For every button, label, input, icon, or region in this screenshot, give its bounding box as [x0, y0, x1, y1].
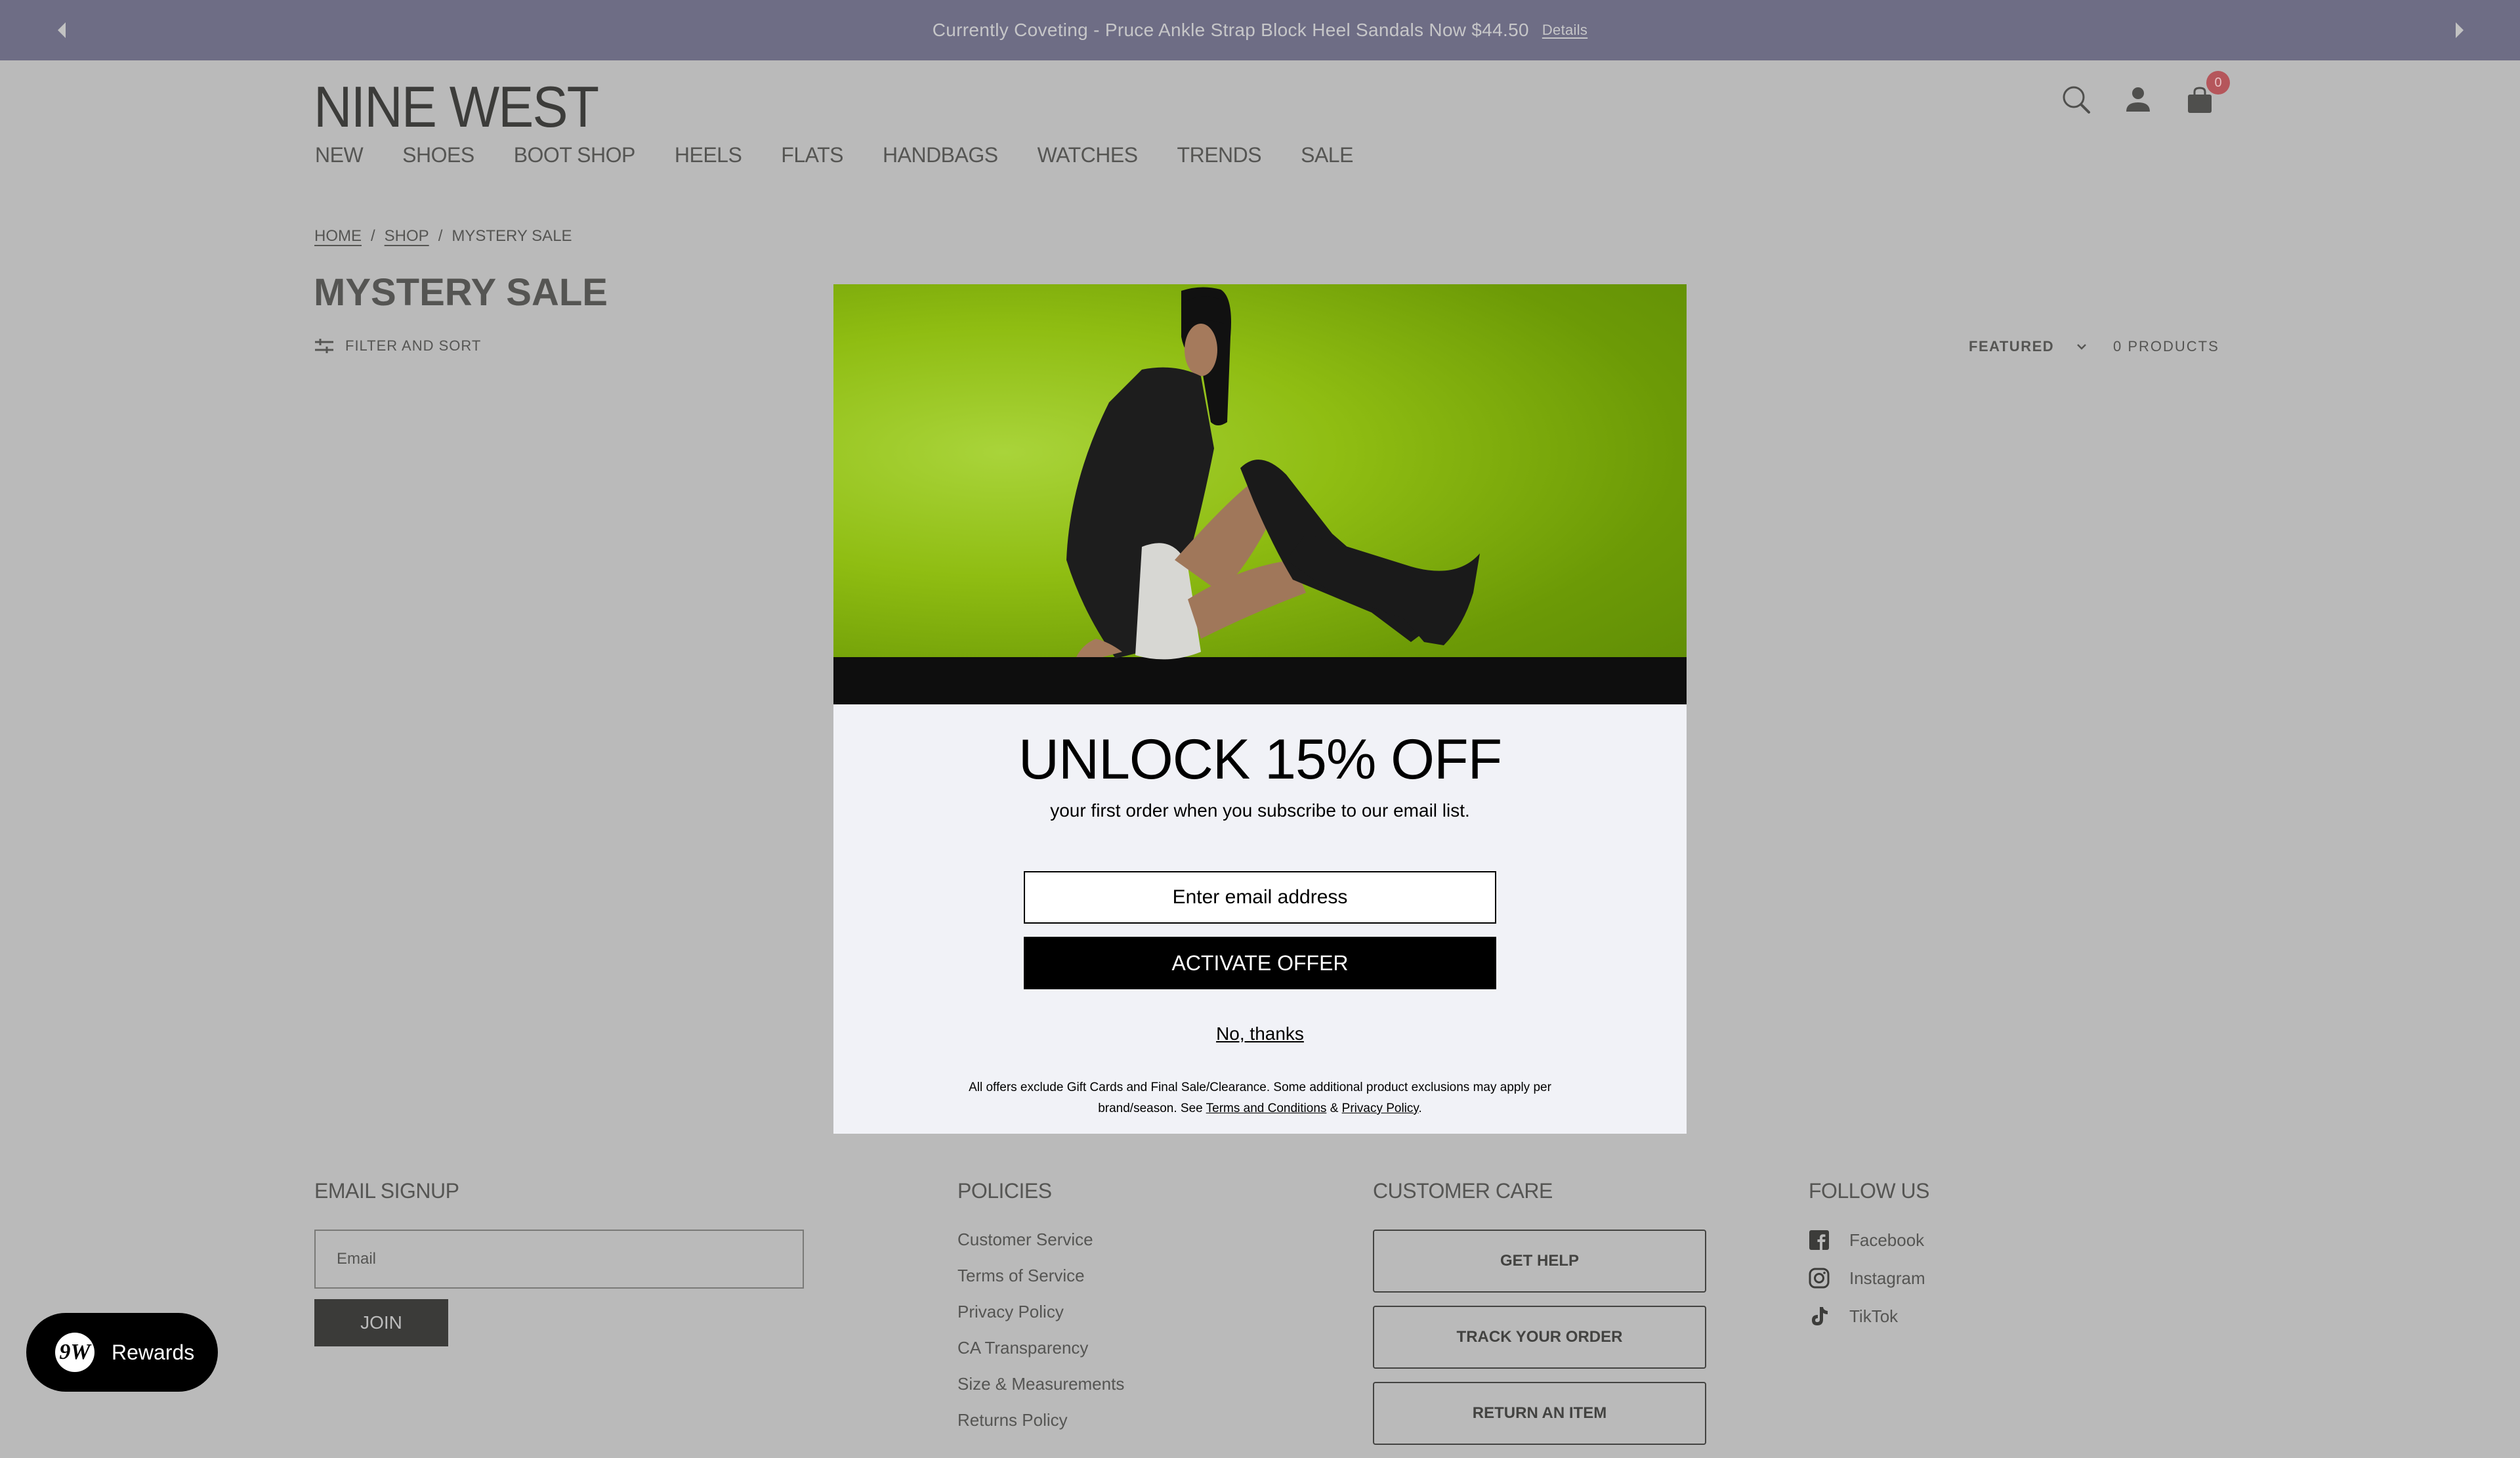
policies-heading: POLICIES	[957, 1179, 1052, 1203]
footer-customer-care: CUSTOMER CARE GET HELP TRACK YOUR ORDER …	[1373, 1179, 1706, 1458]
modal-legal-text: All offers exclude Gift Cards and Final …	[932, 1077, 1588, 1119]
announcement-text: Currently Coveting - Pruce Ankle Strap B…	[932, 20, 1529, 40]
policy-link-ca-transparency[interactable]: CA Transparency	[957, 1338, 1124, 1358]
terms-and-conditions-link[interactable]: Terms and Conditions	[1206, 1102, 1327, 1115]
activate-offer-button[interactable]: ACTIVATE OFFER	[1024, 937, 1496, 989]
cart-button[interactable]: 0	[2184, 71, 2230, 116]
privacy-policy-link[interactable]: Privacy Policy	[1342, 1102, 1419, 1115]
announcement-bar: Currently Coveting - Pruce Ankle Strap B…	[0, 0, 2520, 60]
no-thanks-link[interactable]: No, thanks	[833, 1023, 1687, 1044]
modal-email-input[interactable]	[1024, 871, 1496, 924]
customer-care-heading: CUSTOMER CARE	[1373, 1179, 1553, 1203]
footer-email-signup: EMAIL SIGNUP JOIN	[314, 1179, 804, 1346]
get-help-button[interactable]: GET HELP	[1373, 1230, 1706, 1293]
sort-dropdown[interactable]: FEATURED	[1969, 338, 2087, 355]
join-button[interactable]: JOIN	[314, 1299, 448, 1346]
modal-headline: UNLOCK 15% OFF	[1018, 728, 1502, 791]
track-order-button[interactable]: TRACK YOUR ORDER	[1373, 1306, 1706, 1369]
social-link-instagram[interactable]: Instagram	[1809, 1268, 1929, 1289]
facebook-icon	[1809, 1230, 1829, 1250]
nav-shoes[interactable]: SHOES	[402, 143, 474, 167]
instagram-label: Instagram	[1849, 1268, 1925, 1288]
model-photo-illustration	[833, 287, 1687, 704]
policy-link-returns-policy[interactable]: Returns Policy	[957, 1410, 1124, 1430]
facebook-label: Facebook	[1849, 1230, 1925, 1250]
tiktok-label: TikTok	[1849, 1306, 1899, 1326]
cart-count-badge: 0	[2206, 71, 2230, 95]
breadcrumb-shop[interactable]: SHOP	[385, 227, 429, 246]
account-icon	[2126, 87, 2150, 112]
previous-announcement-arrow-icon[interactable]	[58, 22, 66, 38]
nav-new[interactable]: NEW	[315, 143, 364, 167]
nav-watches[interactable]: WATCHES	[1038, 143, 1138, 167]
filter-and-sort-button[interactable]: FILTER AND SORT	[315, 337, 481, 354]
legal-amp: &	[1326, 1102, 1342, 1115]
policy-link-terms-of-service[interactable]: Terms of Service	[957, 1266, 1124, 1286]
announcement-details-link[interactable]: Details	[1542, 22, 1587, 39]
return-item-button[interactable]: RETURN AN ITEM	[1373, 1382, 1706, 1445]
chevron-down-icon	[2077, 344, 2087, 350]
nine-west-rewards-logo-icon: 9W	[55, 1333, 94, 1372]
instagram-icon	[1809, 1268, 1830, 1289]
legal-end: .	[1418, 1102, 1422, 1115]
footer-policies: POLICIES Customer Service Terms of Servi…	[957, 1179, 1124, 1446]
email-signup-heading: EMAIL SIGNUP	[314, 1179, 459, 1203]
modal-hero-image	[833, 284, 1687, 704]
footer-follow-us: FOLLOW US Facebook Instagram TikTok	[1809, 1179, 1929, 1344]
footer-email-input[interactable]	[314, 1230, 804, 1289]
breadcrumb-separator: /	[438, 227, 443, 245]
nav-boot-shop[interactable]: BOOT SHOP	[514, 143, 636, 167]
modal-subheadline: your first order when you subscribe to o…	[1050, 800, 1470, 821]
nav-handbags[interactable]: HANDBAGS	[883, 143, 998, 167]
rewards-launcher-button[interactable]: 9W Rewards	[26, 1313, 218, 1392]
breadcrumb-current: MYSTERY SALE	[452, 227, 572, 245]
policy-link-size-measurements[interactable]: Size & Measurements	[957, 1374, 1124, 1394]
email-signup-modal: UNLOCK 15% OFF your first order when you…	[833, 284, 1687, 1134]
nav-flats[interactable]: FLATS	[781, 143, 843, 167]
social-link-facebook[interactable]: Facebook	[1809, 1230, 1929, 1251]
sliders-icon	[315, 339, 333, 353]
sort-selected-value: FEATURED	[1969, 338, 2055, 354]
page-title: MYSTERY SALE	[314, 271, 608, 314]
rewards-label: Rewards	[112, 1340, 195, 1364]
nav-sale[interactable]: SALE	[1301, 143, 1353, 167]
breadcrumb-home[interactable]: HOME	[314, 227, 362, 246]
search-icon	[2063, 86, 2090, 114]
social-link-tiktok[interactable]: TikTok	[1809, 1306, 1929, 1327]
filter-label: FILTER AND SORT	[345, 337, 482, 354]
main-nav: NEW SHOES BOOT SHOP HEELS FLATS HANDBAGS…	[315, 143, 1393, 167]
breadcrumb-separator: /	[371, 227, 375, 245]
next-announcement-arrow-icon[interactable]	[2456, 22, 2464, 38]
breadcrumb: HOME / SHOP / MYSTERY SALE	[314, 227, 572, 246]
policy-link-privacy-policy[interactable]: Privacy Policy	[957, 1302, 1124, 1322]
follow-us-heading: FOLLOW US	[1809, 1179, 1929, 1203]
nav-heels[interactable]: HEELS	[675, 143, 742, 167]
product-count: 0 PRODUCTS	[2113, 338, 2219, 354]
nav-trends[interactable]: TRENDS	[1177, 143, 1262, 167]
header-icons: 0	[2061, 71, 2230, 116]
account-button[interactable]	[2122, 84, 2154, 116]
nine-west-logo[interactable]: NINE WEST	[314, 74, 599, 140]
tiktok-icon	[1812, 1307, 1828, 1325]
search-button[interactable]	[2061, 84, 2092, 116]
policy-link-customer-service[interactable]: Customer Service	[957, 1230, 1124, 1250]
